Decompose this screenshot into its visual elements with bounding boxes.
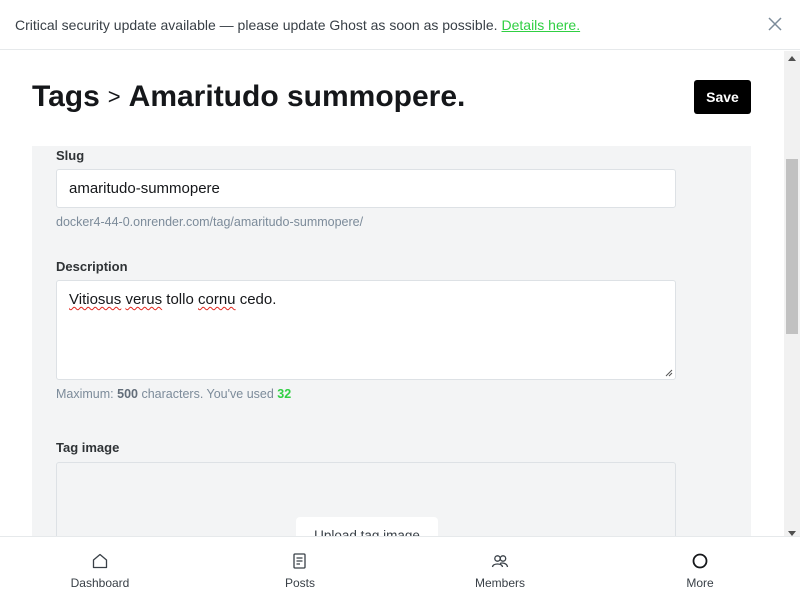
description-word: tollo (166, 291, 194, 308)
update-banner: Critical security update available — ple… (0, 0, 800, 50)
description-label: Description (56, 259, 128, 274)
nav-label: More (686, 576, 714, 590)
nav-posts[interactable]: Posts (200, 537, 400, 600)
description-word: Vitiosus (69, 291, 122, 308)
hint-max: 500 (117, 387, 138, 401)
slug-label: Slug (56, 148, 85, 163)
page-scrollbar[interactable] (784, 51, 800, 536)
save-button[interactable]: Save (694, 80, 751, 114)
tag-image-label: Tag image (56, 440, 120, 455)
scroll-up-icon[interactable] (788, 56, 796, 61)
page-title: Tags > Amaritudo summopere. (32, 80, 465, 114)
slug-url: docker4-44-0.onrender.com/tag/amaritudo-… (56, 215, 364, 229)
slug-input[interactable]: amaritudo-summopere (56, 169, 676, 208)
nav-label: Dashboard (70, 576, 130, 590)
hint-used-count: 32 (277, 387, 292, 401)
hint-prefix: Maximum: (56, 387, 118, 401)
scroll-thumb[interactable] (786, 159, 798, 334)
posts-icon (293, 553, 306, 569)
bottom-nav: Dashboard Posts Members More (0, 536, 800, 600)
description-word: cedo. (239, 291, 277, 308)
description-word: cornu (198, 291, 236, 308)
close-icon[interactable] (768, 17, 782, 31)
members-icon (491, 555, 509, 568)
home-icon (92, 553, 108, 569)
description-word: verus (125, 291, 163, 308)
nav-label: Members (474, 576, 525, 590)
tag-title: Amaritudo summopere. (128, 80, 466, 113)
hint-middle: characters. You've used (137, 387, 278, 401)
tag-image-dropzone[interactable]: Upload tag image (56, 462, 676, 536)
nav-members[interactable]: Members (400, 537, 600, 600)
nav-label: Posts (284, 576, 315, 590)
breadcrumb-separator-icon: > (107, 84, 121, 109)
nav-more[interactable]: More (600, 537, 800, 600)
resize-handle-icon[interactable] (665, 369, 673, 377)
description-hint: Maximum: 500 characters. You've used 32 (56, 387, 291, 401)
tag-settings-panel: Slug amaritudo-summopere docker4-44-0.on… (32, 146, 751, 536)
description-textarea[interactable]: Vitiosus verus tollo cornu cedo. (56, 280, 676, 380)
more-icon (692, 553, 708, 569)
banner-message: Critical security update available — ple… (15, 16, 498, 33)
breadcrumb-tags[interactable]: Tags (32, 80, 100, 114)
upload-tag-image-button[interactable]: Upload tag image (296, 517, 438, 536)
nav-dashboard[interactable]: Dashboard (0, 537, 200, 600)
banner-details-link[interactable]: Details here. (502, 17, 581, 33)
